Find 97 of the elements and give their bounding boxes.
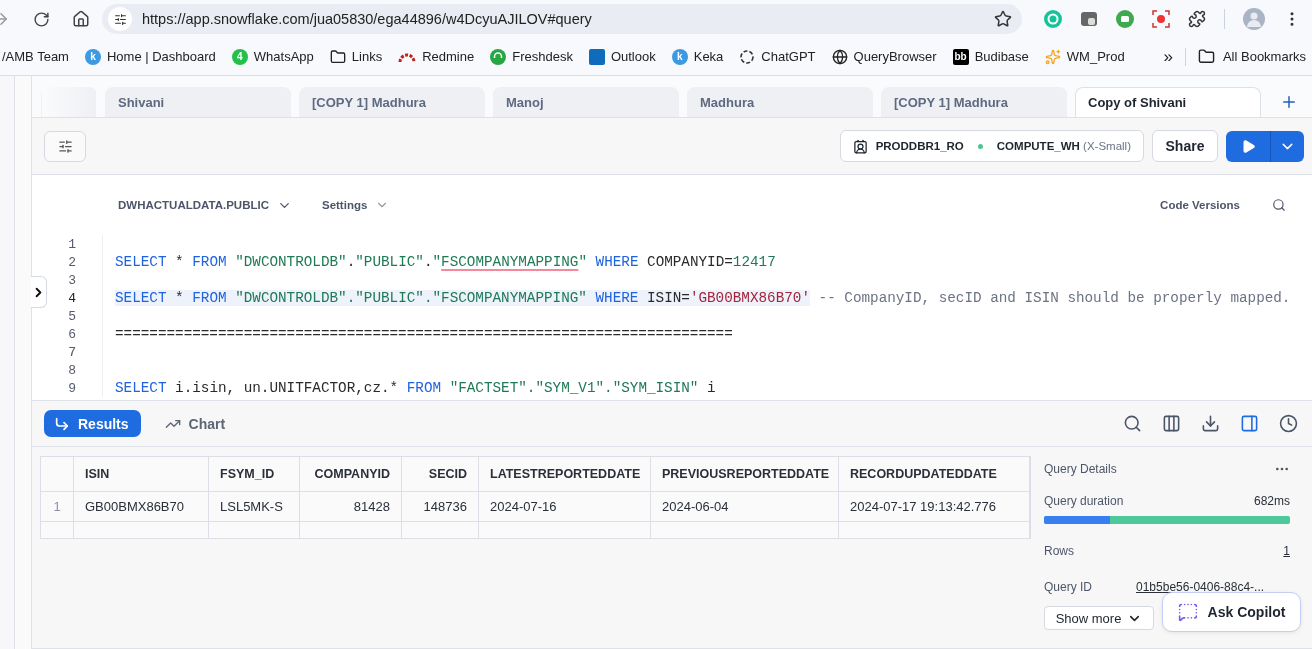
- details-title: Query Details: [1044, 462, 1117, 476]
- bookmark-link[interactable]: Outlook: [610, 49, 656, 64]
- bookmark-star-icon[interactable]: [994, 10, 1012, 28]
- role-name: PRODDBR1_RO: [875, 140, 964, 152]
- run-button[interactable]: [1226, 130, 1270, 162]
- bookmark-link[interactable]: WM_Prod: [1066, 49, 1125, 64]
- search-icon[interactable]: [1123, 414, 1142, 433]
- share-button[interactable]: Share: [1152, 130, 1218, 162]
- expand-panel-button[interactable]: [31, 276, 47, 308]
- duration-value: 682ms: [1253, 494, 1290, 508]
- split-panel-icon[interactable]: [1240, 414, 1259, 433]
- extension-icon[interactable]: [1080, 10, 1098, 28]
- line-number: 4: [67, 290, 76, 306]
- line-number: 2: [67, 254, 76, 270]
- line-number: 8: [67, 362, 76, 378]
- column-header[interactable]: LATESTREPORTEDDATE: [479, 457, 651, 492]
- all-bookmarks-link[interactable]: All Bookmarks: [1222, 49, 1306, 64]
- line-number: 7: [67, 344, 76, 360]
- line-number: 6: [67, 326, 76, 342]
- bookmark-tile-icon: bb: [952, 48, 969, 65]
- bookmark-badge-icon: k: [671, 48, 688, 65]
- context-selector[interactable]: PRODDBR1_RO COMPUTE_WH (X-Small): [839, 130, 1144, 162]
- bookmark-link[interactable]: WhatsApp: [253, 49, 314, 64]
- show-more-button[interactable]: Show more: [1044, 606, 1154, 630]
- query-id-link[interactable]: 01b5be56-0406-88c4-...: [1136, 580, 1265, 594]
- swirl-icon: [739, 48, 756, 65]
- duration-label: Query duration: [1044, 494, 1124, 508]
- worksheet-tab[interactable]: Copy of Shivani: [1075, 87, 1261, 117]
- add-tab-icon[interactable]: [1280, 93, 1298, 111]
- line-number: 9: [67, 380, 76, 396]
- site-settings-icon[interactable]: [108, 7, 132, 31]
- table-cell: 2024-07-17 19:13:42.776: [839, 492, 1030, 522]
- column-header[interactable]: ISIN: [74, 457, 209, 492]
- code-line: SELECT i.isin, un.UNITFACTOR,cz.* FROM "FACTSET"."SYM_V1"."SYM_ISIN" i: [115, 380, 716, 396]
- bookmark-link[interactable]: QueryBrowser: [853, 49, 937, 64]
- query-id-label: Query ID: [1044, 580, 1092, 594]
- role-icon: [852, 138, 868, 154]
- rows-label: Rows: [1044, 544, 1074, 558]
- settings-dropdown[interactable]: Settings: [321, 198, 390, 212]
- run-options-button[interactable]: [1270, 130, 1304, 162]
- url-text: https://app.snowflake.com/jua05830/ega44896/w4DcyuAJILOV#query: [142, 11, 593, 27]
- results-tab[interactable]: Chart: [154, 410, 238, 437]
- worksheet-tab[interactable]: Madhura: [687, 87, 873, 117]
- bookmark-link[interactable]: Keka: [693, 49, 724, 64]
- worksheet-tab[interactable]: Manoj: [493, 87, 679, 117]
- bookmark-link[interactable]: Links: [351, 49, 383, 64]
- filter-button[interactable]: [44, 130, 86, 162]
- folder-icon: [1197, 48, 1215, 65]
- history-icon[interactable]: [1279, 414, 1298, 433]
- database-selector[interactable]: DWHACTUALDATA.PUBLIC: [118, 197, 292, 213]
- column-header[interactable]: FSYM_ID: [209, 457, 300, 492]
- worksheet-tab[interactable]: [COPY 1] Madhura: [881, 87, 1067, 117]
- line-number: 3: [67, 272, 76, 288]
- code-line: ========================================================================: [115, 326, 733, 342]
- bookmark-badge-icon: k: [84, 48, 101, 65]
- columns-icon[interactable]: [1162, 414, 1181, 433]
- column-header[interactable]: RECORDUPDATEDDATE: [839, 457, 1030, 492]
- bookmark-link[interactable]: Budibase: [974, 49, 1029, 64]
- row-number: 1: [41, 492, 74, 522]
- table-cell: LSL5MK-S: [209, 492, 300, 522]
- worksheet-tab[interactable]: [COPY 1] Madhura: [299, 87, 485, 117]
- address-bar[interactable]: https://app.snowflake.com/jua05830/ega44896/w4DcyuAJILOV#query: [102, 4, 1022, 34]
- folder-icon: [329, 48, 346, 65]
- column-header[interactable]: COMPANYID: [300, 457, 402, 492]
- results-tab[interactable]: Results: [44, 410, 141, 437]
- record-icon[interactable]: [1152, 10, 1170, 28]
- column-header[interactable]: SECID: [402, 457, 479, 492]
- worksheet-tab[interactable]: Shivani: [105, 87, 291, 117]
- sliders-icon: [57, 138, 73, 154]
- return-arrow-icon: [54, 415, 70, 432]
- globe-icon: [831, 48, 848, 65]
- bookmark-link[interactable]: Redmine: [422, 49, 475, 64]
- line-number: 1: [67, 236, 76, 252]
- code-line: SELECT * FROM "DWCONTROLDB"."PUBLIC"."FSCOMPANYMAPPING" WHERE ISIN='GB00BMX86B70' -- CompanyID, secID and ISIN should be properly mapped.: [115, 290, 1291, 306]
- rows-link[interactable]: 1: [1283, 544, 1290, 558]
- download-icon[interactable]: [1201, 414, 1220, 433]
- table-cell: GB00BMX86B70: [74, 492, 209, 522]
- table-cell: 81428: [300, 492, 402, 522]
- extensions-icon[interactable]: [1188, 10, 1206, 28]
- play-icon: [1240, 138, 1256, 154]
- line-number: 5: [67, 308, 76, 324]
- code-line: SELECT * FROM "DWCONTROLDB"."PUBLIC"."FSCOMPANYMAPPING" WHERE COMPANYID=12417: [115, 254, 776, 270]
- bookmark-link[interactable]: Home | Dashboard: [106, 49, 216, 64]
- column-header[interactable]: PREVIOUSREPORTEDDATE: [651, 457, 839, 492]
- status-dot: [977, 143, 983, 149]
- table-cell: 2024-07-16: [479, 492, 651, 522]
- bookmark-link[interactable]: Freshdesk: [512, 49, 573, 64]
- bookmark-badge-icon: 4: [231, 48, 248, 65]
- ask-copilot-button[interactable]: Ask Copilot: [1162, 592, 1301, 632]
- code-versions-link[interactable]: Code Versions: [1160, 199, 1240, 211]
- table-cell: 148736: [402, 492, 479, 522]
- bookmark-link[interactable]: ChatGPT: [761, 49, 816, 64]
- bookmark-link[interactable]: /AMB Team: [2, 49, 69, 64]
- search-icon[interactable]: [1272, 198, 1286, 212]
- warehouse-name: COMPUTE_WH (X-Small): [996, 140, 1131, 152]
- table-cell: 2024-06-04: [651, 492, 839, 522]
- bookmarks-overflow[interactable]: »: [1163, 46, 1173, 67]
